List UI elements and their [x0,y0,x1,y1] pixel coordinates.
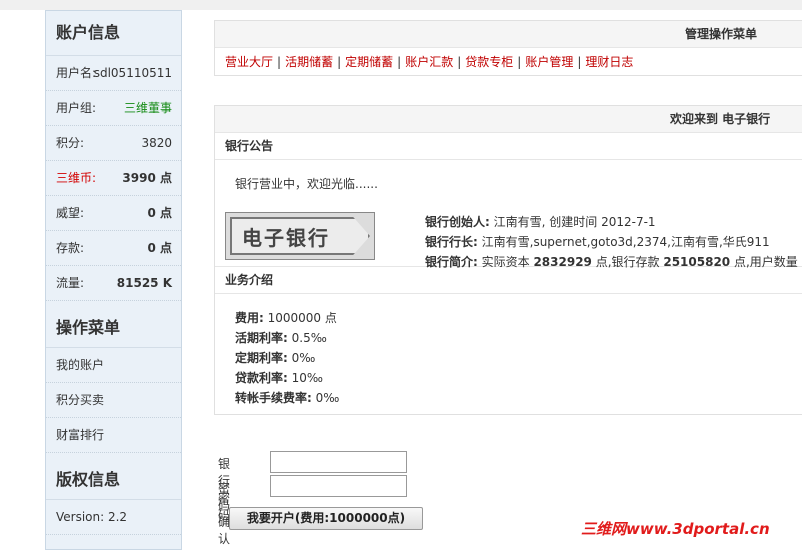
traffic-label: 流量: [56,276,85,290]
site-watermark: 三维网www.3dportal.cn [581,520,770,538]
notice-title: 银行公告 [215,133,802,160]
usergroup-label: 用户组: [56,101,97,115]
president-line: 银行行长: 江南有雪,supernet,goto3d,2374,江南有雪,华氏9… [425,235,770,249]
biz-transfer-fee: 转帐手续费率: 0‰ [235,391,340,405]
points-row: 积分: 3820 [46,126,181,161]
deposit-label: 存款: [56,241,85,255]
biz-fixed-rate: 定期利率: 0‰ [235,351,316,365]
traffic-value: 81525 K [116,276,172,290]
sidebar-item-points-trade[interactable]: 积分买卖 [46,383,181,418]
menu-link-hall[interactable]: 营业大厅 [225,55,273,69]
bank-info-area: 电子银行 银行创始人: 江南有雪, 创建时间 2012-7-1 银行行长: 江南… [215,208,802,269]
sidebar-item-wealth-rank[interactable]: 财富排行 [46,418,181,453]
open-account-button[interactable]: 我要开户(费用:1000000点) [229,507,423,530]
business-list: 费用: 1000000 点 活期利率: 0.5‰ 定期利率: 0‰ 贷款利率: … [215,294,802,408]
welcome-header: 欢迎来到 电子银行 [215,106,802,133]
points-value: 3820 [141,136,172,150]
menu-links: 营业大厅 | 活期储蓄 | 定期储蓄 | 账户汇款 | 贷款专柜 | 账户管理 | 理财日志 [225,55,634,69]
biz-current-rate: 活期利率: 0.5‰ [235,331,327,345]
prestige-value: 0 点 [147,206,172,220]
deposit-value: 0 点 [147,241,172,255]
menu-link-finance-log[interactable]: 理财日志 [585,55,633,69]
points-label: 积分: [56,136,85,150]
founder-line: 银行创始人: 江南有雪, 创建时间 2012-7-1 [425,215,656,229]
usergroup-value: 三维董事 [123,101,172,115]
account-info-title: 账户信息 [46,11,181,56]
username-value: sdl05110511 [93,66,172,80]
coins-value: 3990 点 [122,171,172,185]
bank-password-input[interactable] [270,451,407,473]
menu-link-loans[interactable]: 贷款专柜 [465,55,513,69]
confirm-password-input[interactable] [270,475,407,497]
management-menu-title: 管理操作菜单 [685,27,758,41]
bank-logo-text: 电子银行 [242,226,330,250]
prestige-row: 威望: 0 点 [46,196,181,231]
coins-label: 三维币: [56,171,97,185]
menu-link-current-savings[interactable]: 活期储蓄 [285,55,333,69]
prestige-label: 威望: [56,206,85,220]
notice-text: 银行营业中，欢迎光临...... [235,177,378,191]
sidebar-item-my-account[interactable]: 我的账户 [46,348,181,383]
bank-logo: 电子银行 [225,212,375,260]
intro-line: 银行简介: 实际资本 2832929 点,银行存款 25105820 点,用户数… [425,255,802,269]
sidebar: 账户信息 用户名: sdl05110511 用户组: 三维董事 积分: 3820… [45,10,182,550]
bank-main-panel: 欢迎来到 电子银行 银行公告 银行营业中，欢迎光临...... 电子银行 银行创… [214,105,802,415]
menu-link-account-mgmt[interactable]: 账户管理 [525,55,573,69]
management-menu-header: 管理操作菜单 [215,21,802,48]
biz-fee: 费用: 1000000 点 [235,311,337,325]
usergroup-row: 用户组: 三维董事 [46,91,181,126]
copyright-title: 版权信息 [46,453,181,500]
bank-info: 银行创始人: 江南有雪, 创建时间 2012-7-1 银行行长: 江南有雪,su… [425,212,802,272]
deposit-row: 存款: 0 点 [46,231,181,266]
welcome-text: 欢迎来到 电子银行 [670,112,771,126]
username-label: 用户名: [56,66,97,80]
operation-menu-title: 操作菜单 [46,301,181,348]
username-row: 用户名: sdl05110511 [46,56,181,91]
management-menu: 管理操作菜单 营业大厅 | 活期储蓄 | 定期储蓄 | 账户汇款 | 贷款专柜 | 账户管理 | 理财日… [214,20,802,76]
menu-link-fixed-savings[interactable]: 定期储蓄 [345,55,393,69]
version-text: Version: 2.2 [46,500,181,535]
menu-link-remittance[interactable]: 账户汇款 [405,55,453,69]
coins-row: 三维币: 3990 点 [46,161,181,196]
biz-loan-rate: 贷款利率: 10‰ [235,371,323,385]
traffic-row: 流量: 81525 K [46,266,181,301]
top-strip [0,0,802,10]
